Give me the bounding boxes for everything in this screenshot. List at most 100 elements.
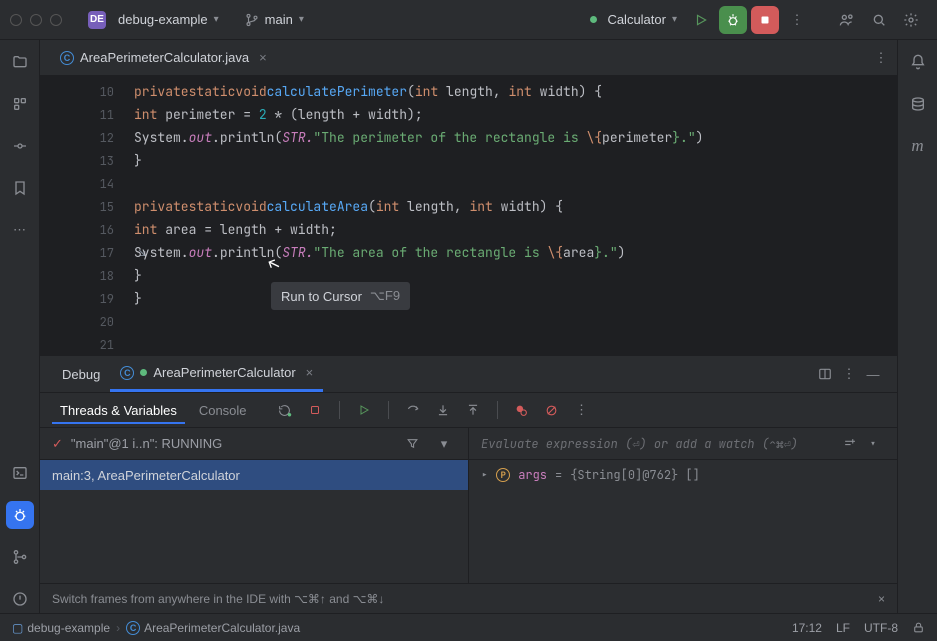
java-class-icon: C xyxy=(60,51,74,65)
status-time[interactable]: 17:12 xyxy=(792,621,822,635)
chevron-down-icon: ▾ xyxy=(299,14,304,25)
vcs-tool-icon[interactable] xyxy=(6,543,34,571)
editor[interactable]: 10 11 12 13 14 15 16 17 ↘ 18 19 20 21 pr… xyxy=(40,76,897,355)
view-breakpoints-icon[interactable] xyxy=(510,398,534,422)
bookmarks-tool-icon[interactable] xyxy=(6,174,34,202)
status-encoding[interactable]: UTF-8 xyxy=(864,621,898,635)
commit-tool-icon[interactable] xyxy=(6,132,34,160)
breadcrumb-file[interactable]: AreaPerimeterCalculator.java xyxy=(144,621,300,635)
more-actions-button[interactable]: ⋮ xyxy=(783,6,811,34)
line-number: 16 xyxy=(100,222,114,238)
debug-session-name: AreaPerimeterCalculator xyxy=(153,365,295,380)
evaluate-expression-input[interactable]: Evaluate expression (⏎) or add a watch (… xyxy=(469,428,897,460)
notifications-icon[interactable] xyxy=(904,48,932,76)
close-window-button[interactable] xyxy=(10,14,22,26)
stack-frame[interactable]: main:3, AreaPerimeterCalculator xyxy=(40,460,468,490)
breadcrumb-module-icon: ▢ xyxy=(12,621,23,635)
close-icon[interactable]: × xyxy=(259,50,267,65)
hint-text: Switch frames from anywhere in the IDE w… xyxy=(52,592,384,606)
branch-name: main xyxy=(265,12,293,27)
add-watch-icon[interactable] xyxy=(837,432,861,456)
run-configuration-selector[interactable]: Calculator ▾ xyxy=(582,8,685,31)
step-into-icon[interactable] xyxy=(431,398,455,422)
stack-frame-label: main:3, AreaPerimeterCalculator xyxy=(52,468,240,483)
variables-column: Evaluate expression (⏎) or add a watch (… xyxy=(469,428,897,583)
run-config-status-dot xyxy=(590,16,597,23)
line-number: 10 xyxy=(100,84,114,100)
problems-tool-icon[interactable] xyxy=(6,585,34,613)
filter-icon[interactable] xyxy=(400,432,424,456)
resume-icon[interactable] xyxy=(352,398,376,422)
variable-value: {String[0]@762} [] xyxy=(570,467,700,483)
project-badge: DE xyxy=(88,11,106,29)
line-number: 11 xyxy=(100,107,114,123)
center-column: C AreaPerimeterCalculator.java × ⋮ 10 11… xyxy=(40,40,897,613)
minimize-window-button[interactable] xyxy=(30,14,42,26)
frames-column: ✓ "main"@1 i..n": RUNNING ▾ main:3, Area… xyxy=(40,428,469,583)
line-number: 14 xyxy=(100,176,114,192)
status-bar: ▢ debug-example › C AreaPerimeterCalcula… xyxy=(0,613,937,641)
chevron-down-icon[interactable]: ▾ xyxy=(861,432,885,456)
project-tool-icon[interactable] xyxy=(6,48,34,76)
line-number: 12 xyxy=(100,130,114,146)
breadcrumb-project[interactable]: debug-example xyxy=(27,621,110,635)
status-line-separator[interactable]: LF xyxy=(836,621,850,635)
debug-tab[interactable]: Debug xyxy=(52,359,110,390)
maximize-window-button[interactable] xyxy=(50,14,62,26)
run-button[interactable] xyxy=(687,6,715,34)
code-with-me-icon[interactable] xyxy=(833,6,861,34)
eval-placeholder: Evaluate expression (⏎) or add a watch (… xyxy=(481,436,798,452)
debug-subtab-more-icon[interactable]: ⋮ xyxy=(570,398,594,422)
layout-icon[interactable] xyxy=(813,362,837,386)
gutter[interactable]: 10 11 12 13 14 15 16 17 ↘ 18 19 20 21 xyxy=(40,76,134,355)
mute-breakpoints-icon[interactable] xyxy=(540,398,564,422)
database-tool-icon[interactable] xyxy=(904,90,932,118)
hint-bar: Switch frames from anywhere in the IDE w… xyxy=(40,583,897,613)
search-icon[interactable] xyxy=(865,6,893,34)
stop-button[interactable] xyxy=(751,6,779,34)
close-icon[interactable]: × xyxy=(878,592,885,606)
code-view[interactable]: private static void calculatePerimeter(i… xyxy=(134,76,897,355)
vcs-branch-selector[interactable]: main ▾ xyxy=(237,8,312,31)
line-number: 15 xyxy=(100,199,114,215)
title-bar: DE debug-example ▾ main ▾ Calculator ▾ ⋮ xyxy=(0,0,937,40)
console-tab[interactable]: Console xyxy=(191,397,255,424)
more-tools-icon[interactable]: ⋯ xyxy=(6,216,34,244)
minimize-icon[interactable]: — xyxy=(861,362,885,386)
debug-session-tab[interactable]: C AreaPerimeterCalculator × xyxy=(110,356,323,392)
debug-subtabs: Threads & Variables Console ● xyxy=(40,392,897,428)
editor-tab-label: AreaPerimeterCalculator.java xyxy=(80,50,249,65)
stop-icon[interactable] xyxy=(303,398,327,422)
rerun-icon[interactable]: ● xyxy=(273,398,297,422)
window-controls xyxy=(10,14,62,26)
step-over-icon[interactable] xyxy=(401,398,425,422)
line-number: 13 xyxy=(100,153,114,169)
threads-variables-tab[interactable]: Threads & Variables xyxy=(52,397,185,424)
editor-more-icon[interactable]: ⋮ xyxy=(867,44,895,72)
main-body: ⋯ C AreaPerimeterCalculator.java × ⋮ xyxy=(0,40,937,613)
java-class-icon: C xyxy=(126,621,140,635)
terminal-tool-icon[interactable] xyxy=(6,459,34,487)
settings-icon[interactable] xyxy=(897,6,925,34)
session-running-dot xyxy=(140,369,147,376)
variable-row[interactable]: ▸ P args = {String[0]@762} [] xyxy=(469,460,897,490)
thread-header[interactable]: ✓ "main"@1 i..n": RUNNING ▾ xyxy=(40,428,468,460)
step-out-icon[interactable] xyxy=(461,398,485,422)
line-number: 18 xyxy=(100,268,114,284)
readonly-icon[interactable] xyxy=(912,621,925,634)
debug-tool-icon[interactable] xyxy=(6,501,34,529)
editor-tab[interactable]: C AreaPerimeterCalculator.java × xyxy=(50,44,277,71)
close-icon[interactable]: × xyxy=(306,365,314,380)
debug-more-icon[interactable]: ⋮ xyxy=(837,362,861,386)
maven-tool-icon[interactable]: m xyxy=(904,132,932,160)
chevron-down-icon[interactable]: ▾ xyxy=(432,432,456,456)
debug-tool-window: Debug C AreaPerimeterCalculator × ⋮ — Th… xyxy=(40,355,897,613)
tooltip-shortcut: ⌥F9 xyxy=(370,288,400,304)
structure-tool-icon[interactable] xyxy=(6,90,34,118)
tooltip-label: Run to Cursor xyxy=(281,289,362,304)
debug-button[interactable] xyxy=(719,6,747,34)
project-selector[interactable]: DE debug-example ▾ xyxy=(80,7,227,33)
variable-name: args xyxy=(518,467,547,483)
expand-icon[interactable]: ▸ xyxy=(481,467,488,483)
left-tool-rail: ⋯ xyxy=(0,40,40,613)
